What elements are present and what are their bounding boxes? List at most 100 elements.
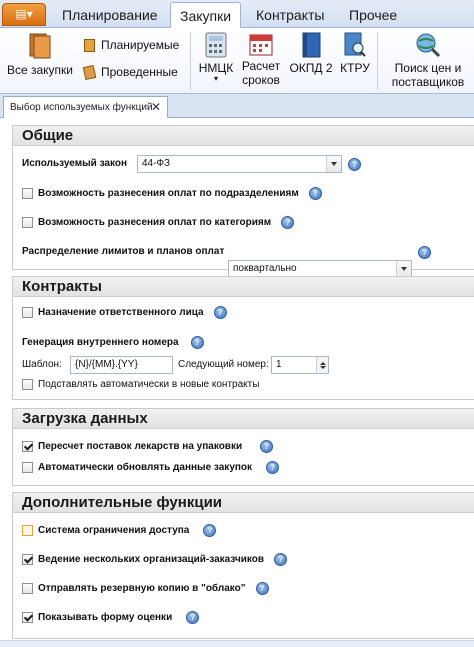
chevron-down-icon[interactable] [326, 156, 341, 172]
auto-update-row[interactable]: Автоматически обновлять данные закупок ? [22, 461, 280, 474]
price-search-button[interactable]: Поиск цен и поставщиков [384, 32, 472, 89]
section-general-title: Общие [13, 126, 474, 146]
catalog-search-icon [344, 32, 366, 57]
tab-planning[interactable]: Планирование [53, 2, 167, 28]
planned-label: Планируемые [101, 38, 180, 52]
calc-terms-button[interactable]: Расчет сроков [239, 32, 283, 87]
help-icon[interactable]: ? [203, 524, 217, 537]
recalc-checkbox[interactable] [22, 441, 33, 452]
spinner-arrows-icon[interactable] [316, 357, 328, 373]
globe-search-icon [416, 33, 441, 58]
help-icon[interactable]: ? [274, 553, 288, 566]
rating-checkbox[interactable] [22, 612, 33, 623]
opt-by-divisions-checkbox[interactable] [22, 188, 33, 199]
section-loading-title: Загрузка данных [13, 409, 474, 429]
help-icon[interactable]: ? [213, 306, 227, 319]
backup-checkbox[interactable] [22, 583, 33, 594]
rating-label: Показывать форму оценки [38, 612, 173, 623]
opt-by-divisions-label: Возможность разнесения оплат по подразде… [38, 188, 299, 199]
opt-by-divisions-row[interactable]: Возможность разнесения оплат по подразде… [22, 187, 322, 200]
document-tab-title: Выбор используемых функций [10, 102, 153, 113]
document-tab-strip: Выбор используемых функций ✕ [0, 94, 474, 118]
help-icon[interactable]: ? [186, 611, 200, 624]
responsible-label: Назначение ответственного лица [38, 307, 204, 318]
chevron-down-icon[interactable] [396, 261, 411, 277]
opt-by-categories-label: Возможность разнесения оплат по категори… [38, 217, 272, 228]
gavel-icon [82, 64, 97, 80]
close-icon[interactable]: ✕ [151, 97, 161, 118]
law-select-value: 44-ФЗ [142, 158, 171, 169]
section-contracts-title: Контракты [13, 277, 474, 297]
next-number-label: Следующий номер: [178, 359, 269, 370]
auto-update-label: Автоматически обновлять данные закупок [38, 462, 253, 473]
ribbon-separator [377, 32, 378, 90]
all-purchases-label: Все закупки [6, 63, 74, 77]
auto-substitute-row[interactable]: Подставлять автоматически в новые контра… [22, 378, 259, 391]
template-input[interactable]: {N}/{MM}.{YY} [70, 356, 173, 374]
backup-label: Отправлять резервную копию в "облако" [38, 583, 246, 594]
multi-org-label: Ведение нескольких организаций-заказчико… [38, 554, 265, 565]
responsible-checkbox[interactable] [22, 307, 33, 318]
opt-by-categories-row[interactable]: Возможность разнесения оплат по категори… [22, 216, 295, 229]
numbering-title: Генерация внутреннего номера [22, 337, 179, 348]
template-label: Шаблон: [22, 359, 62, 370]
ktru-label: КТРУ [340, 61, 370, 75]
access-checkbox[interactable] [22, 525, 33, 536]
status-strip [0, 640, 474, 647]
auto-substitute-label: Подставлять автоматически в новые контра… [38, 379, 260, 390]
price-search-label-1: Поиск цен и [394, 61, 462, 75]
opt-by-categories-checkbox[interactable] [22, 217, 33, 228]
planned-button[interactable]: Планируемые [84, 38, 179, 52]
help-icon[interactable]: ? [308, 187, 322, 200]
all-purchases-button[interactable]: Все закупки [4, 32, 76, 77]
ribbon-separator [190, 32, 191, 90]
okpd-button[interactable]: ОКПД 2 [288, 32, 334, 75]
clipboard-icon [84, 38, 95, 52]
ribbon: Все закупки Планируемые Проведенные НМЦК… [0, 28, 474, 94]
calc-terms-label-2: сроков [242, 73, 280, 87]
backup-row[interactable]: Отправлять резервную копию в "облако" ? [22, 582, 269, 595]
ktru-button[interactable]: КТРУ [338, 32, 372, 75]
help-icon[interactable]: ? [260, 440, 274, 453]
calendar-icon [249, 34, 273, 56]
help-icon[interactable]: ? [255, 582, 269, 595]
auto-update-checkbox[interactable] [22, 462, 33, 473]
book-icon [302, 32, 321, 58]
tab-contracts[interactable]: Контракты [247, 2, 333, 28]
responsible-row[interactable]: Назначение ответственного лица ? [22, 306, 227, 319]
next-number-value: 1 [276, 359, 282, 370]
tab-purchases[interactable]: Закупки [170, 2, 242, 28]
multi-org-checkbox[interactable] [22, 554, 33, 565]
access-row[interactable]: Система ограничения доступа ? [22, 524, 217, 537]
tab-other[interactable]: Прочее [340, 2, 406, 28]
law-label: Используемый закон [22, 158, 128, 169]
document-tab[interactable]: Выбор используемых функций ✕ [3, 96, 168, 118]
calculator-icon [205, 32, 227, 58]
section-extra-title: Дополнительные функции [13, 493, 474, 513]
access-label: Система ограничения доступа [38, 525, 190, 536]
help-icon[interactable]: ? [281, 216, 295, 229]
help-icon[interactable]: ? [266, 461, 280, 474]
nmck-label: НМЦК [198, 61, 234, 75]
rating-row[interactable]: Показывать форму оценки ? [22, 611, 200, 624]
law-select[interactable]: 44-ФЗ [137, 155, 342, 173]
help-icon[interactable]: ? [190, 336, 204, 349]
recalc-row[interactable]: Пересчет поставок лекарств на упаковки ? [22, 440, 274, 453]
nmck-button[interactable]: НМЦК ▾ [197, 32, 235, 83]
okpd-label: ОКПД 2 [289, 61, 333, 75]
recalc-label: Пересчет поставок лекарств на упаковки [38, 441, 243, 452]
app-menu-button[interactable]: ▤▾ [2, 3, 46, 26]
limits-select-value: поквартально [233, 263, 297, 274]
numbering-row: Генерация внутреннего номера ? [22, 336, 204, 349]
multi-org-row[interactable]: Ведение нескольких организаций-заказчико… [22, 553, 288, 566]
next-number-stepper[interactable]: 1 [271, 356, 329, 374]
folders-icon [29, 33, 51, 59]
limits-label: Распределение лимитов и планов оплат [22, 246, 225, 257]
conducted-button[interactable]: Проведенные [82, 64, 178, 80]
chevron-down-icon: ▾ [213, 74, 218, 83]
ribbon-tab-bar: ▤▾ Планирование Закупки Контракты Прочее [0, 0, 474, 28]
auto-substitute-checkbox[interactable] [22, 379, 33, 390]
help-icon[interactable]: ? [418, 246, 431, 259]
help-icon[interactable]: ? [348, 158, 361, 171]
conducted-label: Проведенные [101, 65, 178, 79]
